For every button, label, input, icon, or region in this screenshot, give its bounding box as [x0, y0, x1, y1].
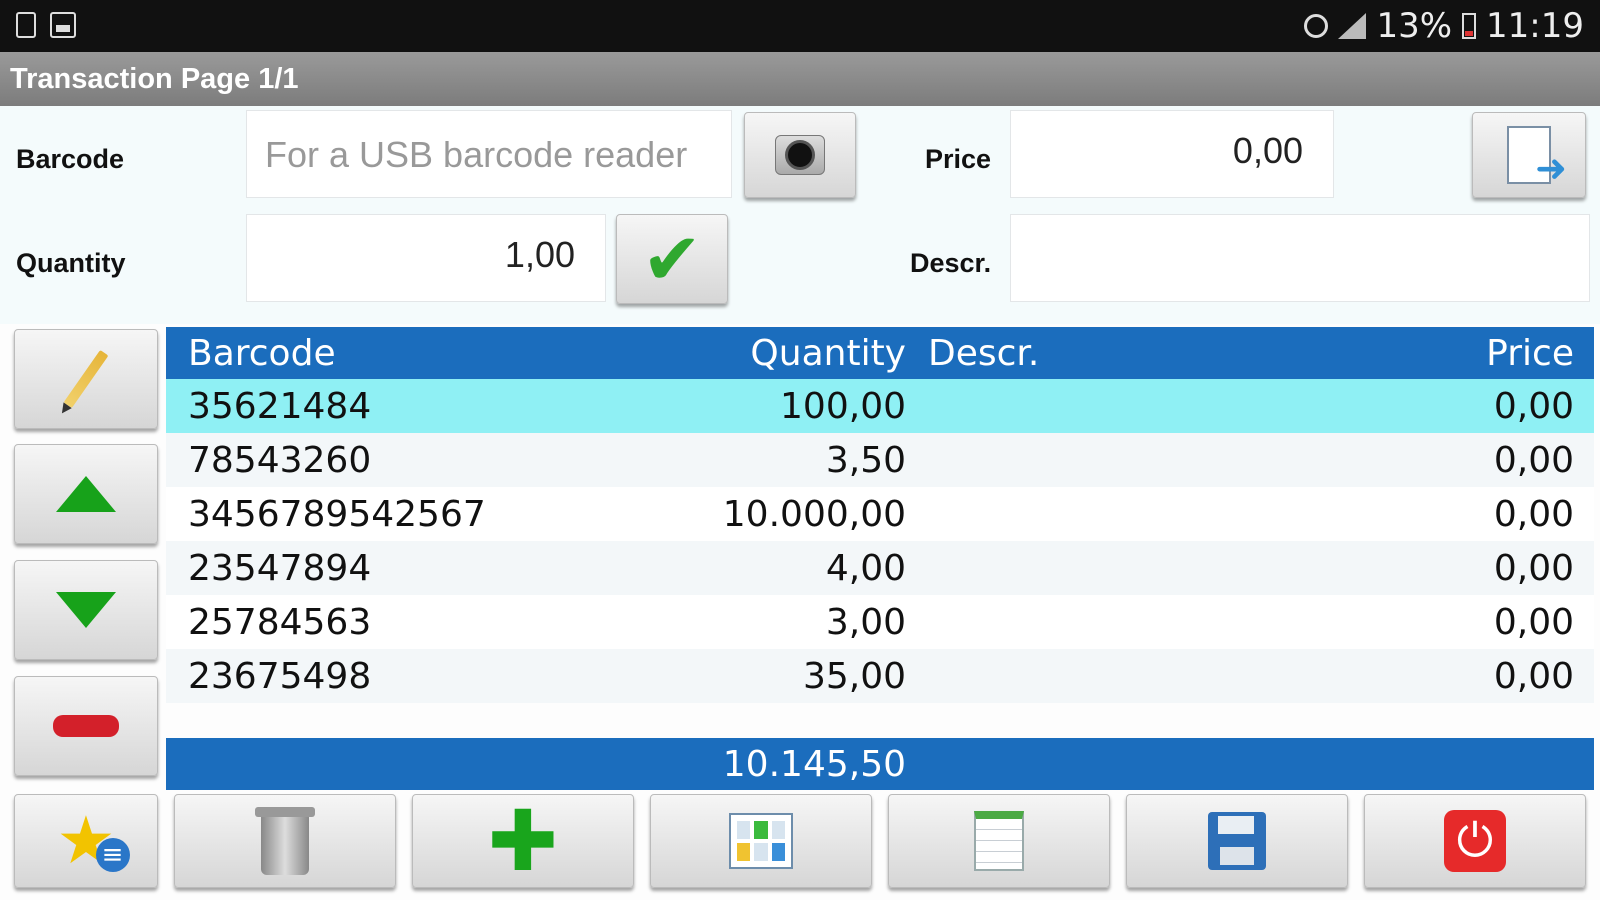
cell-price: 0,00	[1493, 493, 1574, 535]
grid-icon	[729, 813, 793, 869]
cell-price: 0,00	[1493, 655, 1574, 697]
remove-row-button[interactable]	[14, 676, 158, 776]
camera-scan-button[interactable]	[744, 112, 856, 198]
cell-quantity: 4,00	[825, 547, 906, 589]
total-quantity: 10.145,50	[722, 744, 906, 785]
spreadsheet-icon	[974, 811, 1024, 871]
cell-quantity: 100,00	[780, 385, 906, 427]
delete-button[interactable]	[174, 794, 396, 888]
cell-price: 0,00	[1493, 547, 1574, 589]
notification-icon	[16, 12, 36, 38]
star-list-icon: ★	[56, 808, 130, 874]
header-descr[interactable]: Descr.	[906, 333, 1436, 374]
cell-barcode: 3456789542567	[188, 493, 486, 535]
battery-percent: 13%	[1376, 6, 1453, 46]
camera-icon	[775, 135, 825, 175]
transaction-table: Barcode Quantity Descr. Price 35621484 1…	[166, 327, 1594, 703]
cell-quantity: 3,00	[825, 601, 906, 643]
cell-barcode: 23675498	[188, 655, 372, 697]
cell-price: 0,00	[1493, 385, 1574, 427]
power-icon: ⏻	[1444, 810, 1506, 872]
entry-form: Barcode For a USB barcode reader Price 0…	[0, 106, 1600, 324]
page-title: Transaction Page 1/1	[0, 52, 1600, 106]
quantity-label: Quantity	[16, 248, 126, 278]
status-right: 13% 11:19	[1304, 6, 1584, 46]
favorites-button[interactable]: ★	[14, 794, 158, 888]
header-price[interactable]: Price	[1436, 333, 1574, 374]
price-input[interactable]: 0,00	[1010, 110, 1334, 198]
description-input[interactable]	[1010, 214, 1590, 302]
spreadsheet-button[interactable]	[888, 794, 1110, 888]
save-button[interactable]	[1126, 794, 1348, 888]
arrow-up-icon	[56, 476, 116, 512]
cell-price: 0,00	[1493, 439, 1574, 481]
table-row[interactable]: 23547894 4,00 0,00	[166, 541, 1594, 595]
document-export-icon	[1507, 126, 1567, 190]
header-barcode[interactable]: Barcode	[166, 333, 496, 374]
cell-quantity: 3,50	[825, 439, 906, 481]
price-label: Price	[925, 144, 992, 174]
status-bar: 13% 11:19	[0, 0, 1600, 52]
cell-barcode: 35621484	[188, 385, 372, 427]
edit-button[interactable]	[14, 329, 158, 429]
add-button[interactable]: ✚	[412, 794, 634, 888]
cell-barcode: 25784563	[188, 601, 372, 643]
descr-label: Descr.	[910, 248, 992, 278]
cell-quantity: 10.000,00	[722, 493, 906, 535]
confirm-button[interactable]: ✔	[616, 214, 728, 304]
checkmark-icon: ✔	[641, 217, 703, 301]
cell-barcode: 23547894	[188, 547, 372, 589]
cell-price: 0,00	[1493, 601, 1574, 643]
arrow-down-icon	[56, 592, 116, 628]
barcode-placeholder: For a USB barcode reader	[265, 134, 688, 175]
floppy-icon	[1208, 812, 1266, 870]
battery-icon	[1462, 13, 1477, 39]
move-down-button[interactable]	[14, 560, 158, 660]
cell-barcode: 78543260	[188, 439, 372, 481]
layout-button[interactable]	[650, 794, 872, 888]
table-header: Barcode Quantity Descr. Price	[166, 327, 1594, 379]
cell-quantity: 35,00	[802, 655, 906, 697]
plus-icon: ✚	[487, 792, 559, 890]
header-quantity[interactable]: Quantity	[496, 333, 906, 374]
clock: 11:19	[1486, 6, 1584, 46]
barcode-label: Barcode	[16, 144, 125, 174]
table-row[interactable]: 23675498 35,00 0,00	[166, 649, 1594, 703]
move-up-button[interactable]	[14, 444, 158, 544]
signal-icon	[1338, 13, 1367, 39]
total-bar: 10.145,50	[166, 738, 1594, 790]
trash-icon	[255, 807, 315, 875]
quantity-input[interactable]: 1,00	[246, 214, 606, 302]
table-row[interactable]: 3456789542567 10.000,00 0,00	[166, 487, 1594, 541]
minus-icon	[53, 715, 119, 737]
export-button[interactable]	[1472, 112, 1586, 198]
table-row[interactable]: 25784563 3,00 0,00	[166, 595, 1594, 649]
exit-button[interactable]: ⏻	[1364, 794, 1586, 888]
image-notification-icon	[50, 12, 76, 38]
table-row[interactable]: 35621484 100,00 0,00	[166, 379, 1594, 433]
pencil-icon	[63, 349, 109, 409]
alarm-icon	[1304, 14, 1329, 38]
table-row[interactable]: 78543260 3,50 0,00	[166, 433, 1594, 487]
status-notifications	[16, 12, 76, 38]
barcode-input[interactable]: For a USB barcode reader	[246, 110, 732, 198]
